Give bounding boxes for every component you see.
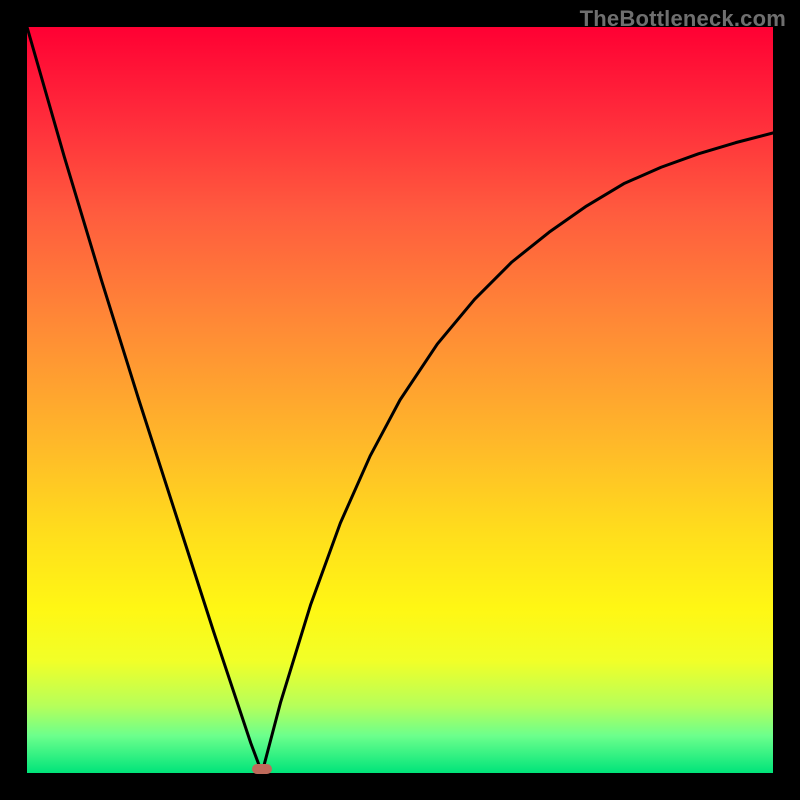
bottleneck-curve	[27, 27, 773, 773]
curve-layer	[27, 27, 773, 773]
cursor-marker	[252, 764, 272, 774]
plot-area	[27, 27, 773, 773]
chart-frame: TheBottleneck.com	[0, 0, 800, 800]
